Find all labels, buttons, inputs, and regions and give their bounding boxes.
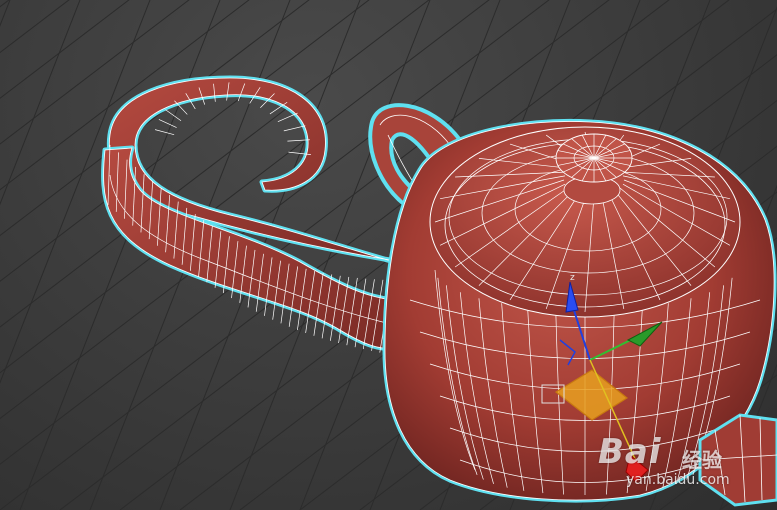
- 3d-viewport[interactable]: z Bai 经验 yan.baidu.com: [0, 0, 777, 510]
- viewport-scene[interactable]: z: [0, 0, 777, 510]
- gizmo-z-label: z: [570, 273, 575, 283]
- teapot-lid[interactable]: [429, 126, 741, 318]
